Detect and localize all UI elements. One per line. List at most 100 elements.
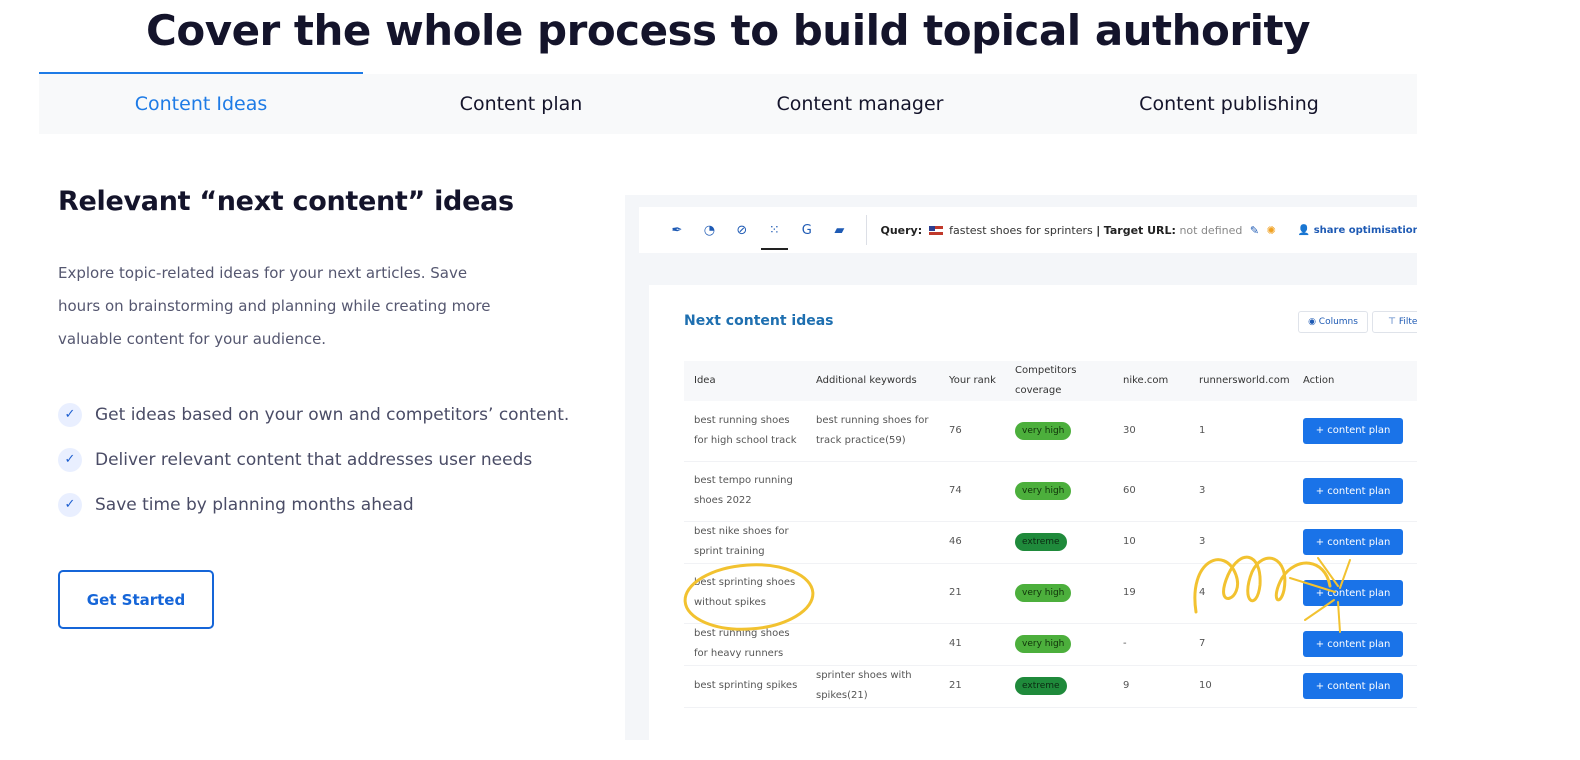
card-title: Next content ideas	[684, 313, 834, 329]
ideas-table: Idea Additional keywords Your rank Compe…	[684, 361, 1417, 708]
query-info: Query: fastest shoes for sprinters | Tar…	[880, 224, 1275, 237]
tab-content-manager[interactable]: Content manager	[679, 74, 1041, 134]
us-flag-icon	[928, 226, 943, 235]
table-row: best running shoes for heavy runners 41 …	[684, 623, 1417, 666]
header-nike[interactable]: nike.com	[1113, 361, 1189, 401]
add-content-plan-button[interactable]: + content plan	[1303, 529, 1403, 555]
cluster-icon[interactable]: ⁙	[758, 212, 790, 250]
check-icon: ✓	[58, 402, 82, 427]
idea-cell: best tempo running shoes 2022	[684, 461, 806, 522]
coverage-badge: very high	[1015, 635, 1072, 653]
edit-icon[interactable]: ✎	[1250, 224, 1259, 237]
benefit-item: ✓ Deliver relevant content that addresses…	[58, 437, 618, 482]
additional-keywords-cell	[806, 521, 939, 564]
target-url-value: not defined	[1179, 223, 1243, 237]
runnersworld-cell: 1	[1189, 401, 1293, 462]
rank-cell: 21	[939, 665, 1005, 708]
feature-description: Relevant “next content” ideas Explore to…	[58, 186, 618, 527]
benefit-item: ✓ Get ideas based on your own and competi…	[58, 392, 618, 437]
filters-label: Filters	[1398, 317, 1417, 327]
table-row: best sprinting spikes sprinter shoes wit…	[684, 665, 1417, 708]
next-content-card: Next content ideas ◉ Columns ⊤ Filters I…	[649, 285, 1417, 740]
rank-cell: 46	[939, 521, 1005, 564]
feature-tabs: Content Ideas Content plan Content manag…	[39, 72, 1417, 134]
table-row: best sprinting shoes without spikes 21 v…	[684, 563, 1417, 624]
coverage-badge: very high	[1015, 421, 1072, 440]
action-cell: + content plan	[1293, 401, 1417, 462]
get-started-button[interactable]: Get Started	[58, 570, 214, 629]
action-cell: + content plan	[1293, 665, 1417, 708]
check-icon: ✓	[58, 447, 82, 472]
add-content-plan-button[interactable]: + content plan	[1303, 673, 1403, 699]
rank-cell: 41	[939, 623, 1005, 666]
additional-keywords-cell	[806, 623, 939, 666]
nike-cell: 19	[1113, 563, 1189, 624]
tab-content-plan[interactable]: Content plan	[363, 74, 679, 134]
add-content-plan-button[interactable]: + content plan	[1303, 631, 1403, 657]
additional-keywords-cell	[806, 461, 939, 522]
check-icon: ✓	[58, 492, 82, 517]
columns-label: Columns	[1318, 317, 1358, 327]
section-description: Explore topic-related ideas for your nex…	[58, 264, 491, 348]
table-header-row: Idea Additional keywords Your rank Compe…	[684, 361, 1417, 401]
header-competitors-coverage[interactable]: Competitors coverage	[1005, 361, 1113, 401]
add-content-plan-button[interactable]: + content plan	[1303, 417, 1403, 444]
nike-cell: 60	[1113, 461, 1189, 522]
idea-cell: best running shoes for high school track	[684, 401, 806, 462]
coverage-badge: extreme	[1015, 677, 1067, 695]
runnersworld-cell: 7	[1189, 623, 1293, 666]
coverage-badge: very high	[1015, 584, 1072, 602]
section-title: Relevant “next content” ideas	[58, 186, 514, 217]
benefit-list: ✓ Get ideas based on your own and competi…	[58, 392, 618, 527]
action-cell: + content plan	[1293, 461, 1417, 522]
toolbar: ✒ ◔ ⊘ ⁙ G ▰ Query: fastest shoes for spr…	[639, 207, 1417, 253]
table-row: best nike shoes for sprint training 46 e…	[684, 521, 1417, 564]
benefit-text: Deliver relevant content that addresses …	[95, 449, 533, 470]
table-row: best running shoes for high school track…	[684, 401, 1417, 462]
add-content-plan-button[interactable]: + content plan	[1303, 580, 1403, 606]
coverage-badge: extreme	[1015, 533, 1067, 551]
action-cell: + content plan	[1293, 623, 1417, 666]
nike-cell: 30	[1113, 401, 1189, 462]
header-action: Action	[1293, 361, 1417, 401]
header-runnersworld[interactable]: runnersworld.com	[1189, 361, 1293, 401]
action-cell: + content plan	[1293, 521, 1417, 564]
idea-cell: best running shoes for heavy runners	[684, 623, 806, 666]
header-your-rank[interactable]: Your rank	[939, 361, 1005, 401]
google-icon[interactable]: G	[791, 212, 823, 248]
add-content-plan-button[interactable]: + content plan	[1303, 478, 1403, 504]
runnersworld-cell: 3	[1189, 461, 1293, 522]
runnersworld-cell: 3	[1189, 521, 1293, 564]
share-optimisation-link[interactable]: 👤 share optimisation	[1298, 225, 1417, 236]
toolbar-divider	[865, 215, 867, 245]
columns-button[interactable]: ◉ Columns	[1298, 311, 1368, 333]
nike-cell: 9	[1113, 665, 1189, 708]
link-icon[interactable]: ⊘	[726, 212, 758, 248]
coverage-cell: very high	[1005, 461, 1113, 522]
pie-chart-icon[interactable]: ◔	[693, 212, 725, 248]
tab-content-ideas[interactable]: Content Ideas	[39, 72, 363, 134]
filters-button[interactable]: ⊤ Filters	[1372, 311, 1417, 333]
nike-cell: 10	[1113, 521, 1189, 564]
additional-keywords-cell	[806, 563, 939, 624]
query-separator: |	[1096, 223, 1101, 237]
sun-icon[interactable]: ✺	[1267, 224, 1276, 237]
benefit-item: ✓ Save time by planning months ahead	[58, 482, 618, 527]
runnersworld-cell: 4	[1189, 563, 1293, 624]
chat-icon[interactable]: ▰	[823, 212, 855, 248]
runnersworld-cell: 10	[1189, 665, 1293, 708]
coverage-cell: very high	[1005, 563, 1113, 624]
share-label: share optimisation	[1313, 224, 1417, 236]
product-screenshot: ✒ ◔ ⊘ ⁙ G ▰ Query: fastest shoes for spr…	[625, 195, 1417, 740]
rank-cell: 74	[939, 461, 1005, 522]
header-idea[interactable]: Idea	[684, 361, 806, 401]
additional-keywords-cell: best running shoes for track practice(59…	[806, 401, 939, 462]
query-label: Query:	[880, 223, 923, 237]
coverage-cell: very high	[1005, 623, 1113, 666]
tab-content-publishing[interactable]: Content publishing	[1041, 74, 1417, 134]
header-additional-keywords[interactable]: Additional keywords	[806, 361, 939, 401]
idea-cell: best sprinting spikes	[684, 665, 806, 708]
leaf-icon[interactable]: ✒	[661, 212, 693, 248]
target-url-label: Target URL:	[1103, 223, 1176, 237]
idea-cell: best sprinting shoes without spikes	[684, 563, 806, 624]
